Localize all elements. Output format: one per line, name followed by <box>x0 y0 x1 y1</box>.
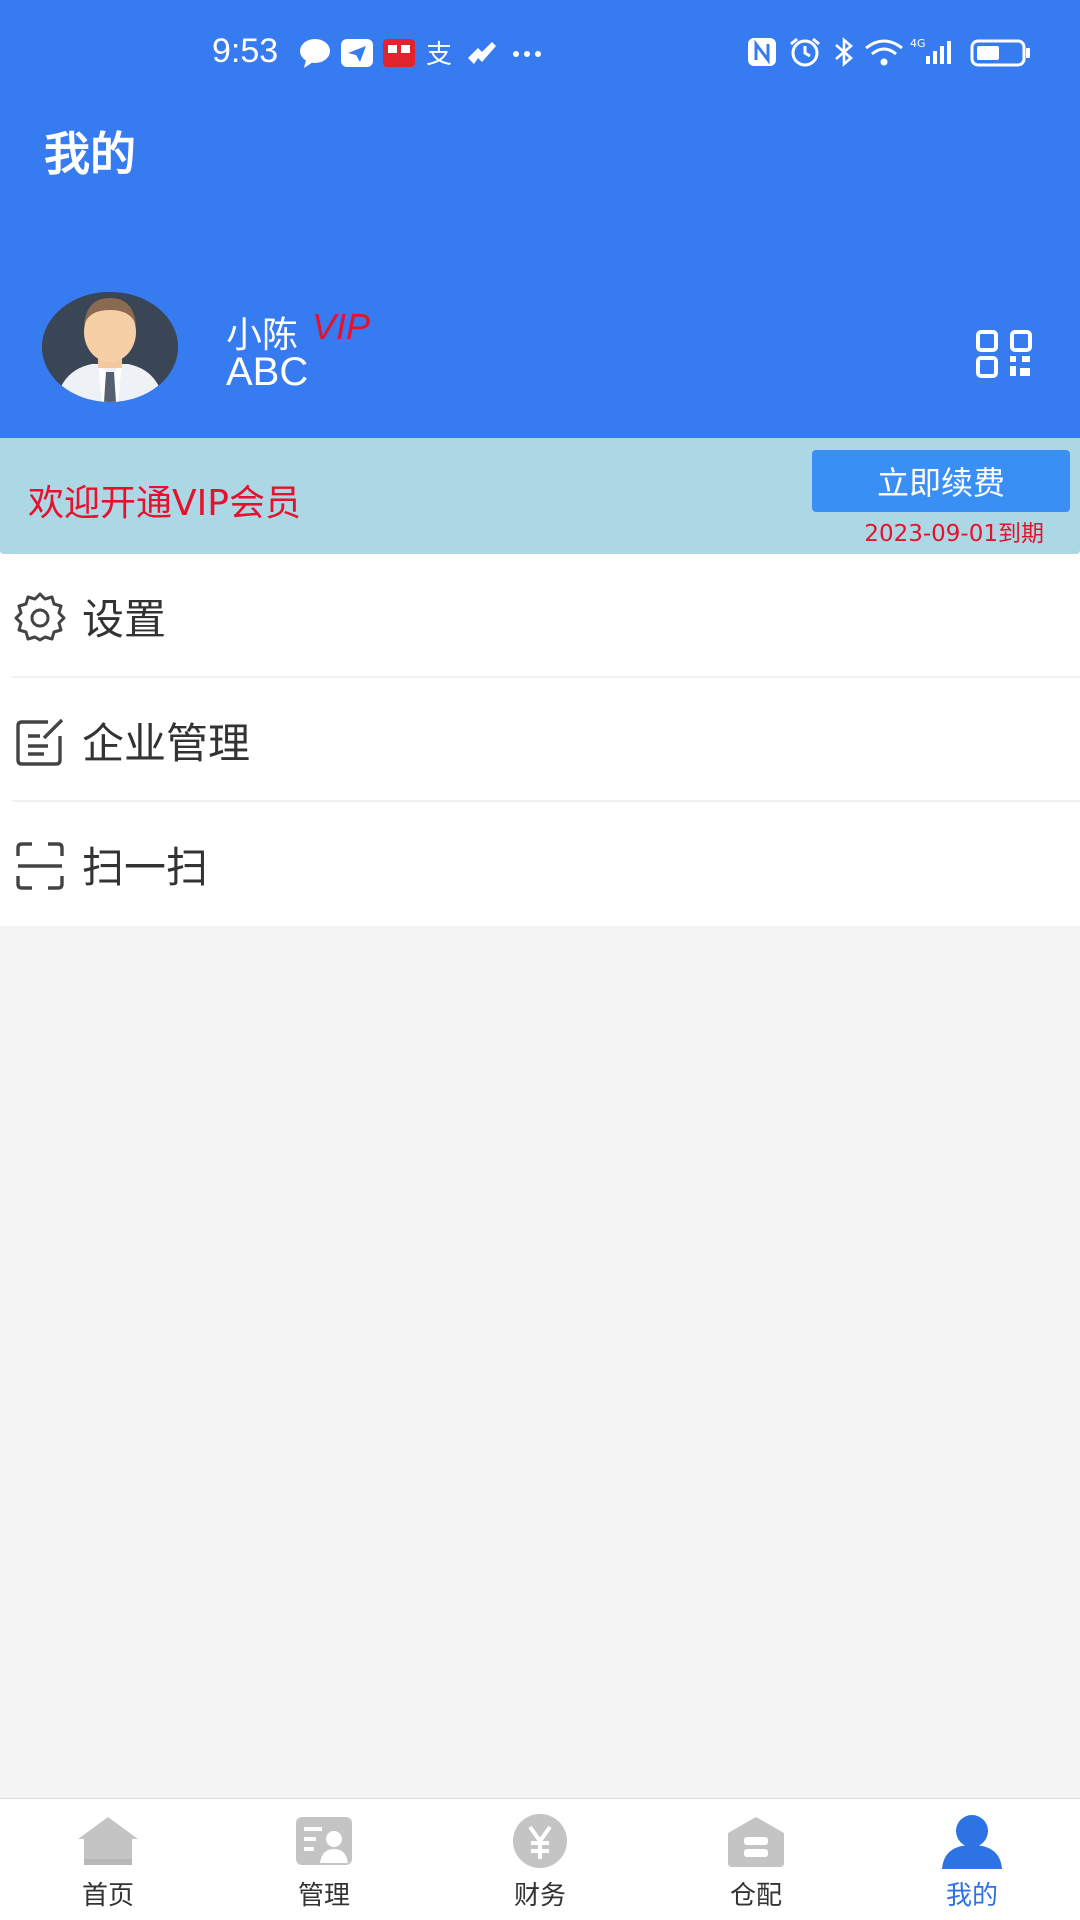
red-app-icon <box>383 39 415 67</box>
tab-label: 仓配 <box>729 1881 782 1911</box>
bottom-tab-bar: 首页 管理 财务 仓配 我的 <box>0 1798 1080 1920</box>
menu-item-label: 扫一扫 <box>82 843 209 892</box>
more-icon <box>513 51 541 57</box>
header: 9:53 支 4G 我的 小陈 VIP ABC <box>0 0 1080 438</box>
vip-welcome-text: 欢迎开通VIP会员 <box>28 483 301 524</box>
chat-bubble-icon <box>300 39 330 68</box>
page-title: 我的 <box>44 127 136 181</box>
nfc-icon <box>748 38 776 66</box>
tab-label: 首页 <box>81 1881 134 1911</box>
paper-plane-app-icon <box>341 39 373 67</box>
user-icon <box>942 1815 1002 1869</box>
alarm-icon <box>790 37 820 67</box>
tab-home[interactable]: 首页 <box>0 1799 216 1920</box>
menu-list: 设置 企业管理 扫一扫 <box>0 554 1080 926</box>
status-bar: 9:53 支 4G <box>0 30 1080 80</box>
home-icon <box>78 1817 138 1865</box>
avatar[interactable] <box>42 292 178 402</box>
gear-icon <box>14 592 66 642</box>
tab-label: 我的 <box>945 1881 998 1911</box>
yen-icon <box>513 1814 567 1868</box>
tab-mine[interactable]: 我的 <box>864 1799 1080 1920</box>
vip-tag: VIP <box>312 306 371 347</box>
renew-button[interactable]: 立即续费 <box>812 450 1070 512</box>
status-time: 9:53 <box>212 32 279 70</box>
menu-item-enterprise[interactable]: 企业管理 <box>0 678 1080 802</box>
menu-item-label: 企业管理 <box>82 719 251 768</box>
signal-4g-icon: 4G <box>910 37 951 64</box>
svg-text:4G: 4G <box>910 37 926 50</box>
scan-icon <box>16 842 64 890</box>
svg-text:支: 支 <box>426 40 452 70</box>
tab-label: 管理 <box>297 1881 350 1911</box>
vip-expire-date: 2023-09-01到期 <box>864 521 1044 547</box>
tab-finance[interactable]: 财务 <box>432 1799 648 1920</box>
manage-icon <box>296 1817 352 1865</box>
wifi-icon <box>865 39 903 66</box>
tab-warehouse[interactable]: 仓配 <box>648 1799 864 1920</box>
menu-item-settings[interactable]: 设置 <box>0 554 1080 678</box>
menu-item-label: 设置 <box>82 595 167 644</box>
tab-label: 财务 <box>513 1881 566 1911</box>
bluetooth-icon <box>835 37 853 67</box>
user-org: ABC <box>226 350 309 394</box>
tab-manage[interactable]: 管理 <box>216 1799 432 1920</box>
alipay-icon: 支 <box>426 40 452 70</box>
vip-banner: 欢迎开通VIP会员 立即续费 2023-09-01到期 <box>0 438 1080 554</box>
menu-item-scan[interactable]: 扫一扫 <box>0 802 1080 926</box>
edit-icon <box>16 718 64 766</box>
check-app-icon <box>468 42 496 64</box>
qr-code-icon[interactable] <box>976 330 1032 378</box>
warehouse-icon <box>728 1817 784 1867</box>
battery-icon <box>970 39 1030 67</box>
